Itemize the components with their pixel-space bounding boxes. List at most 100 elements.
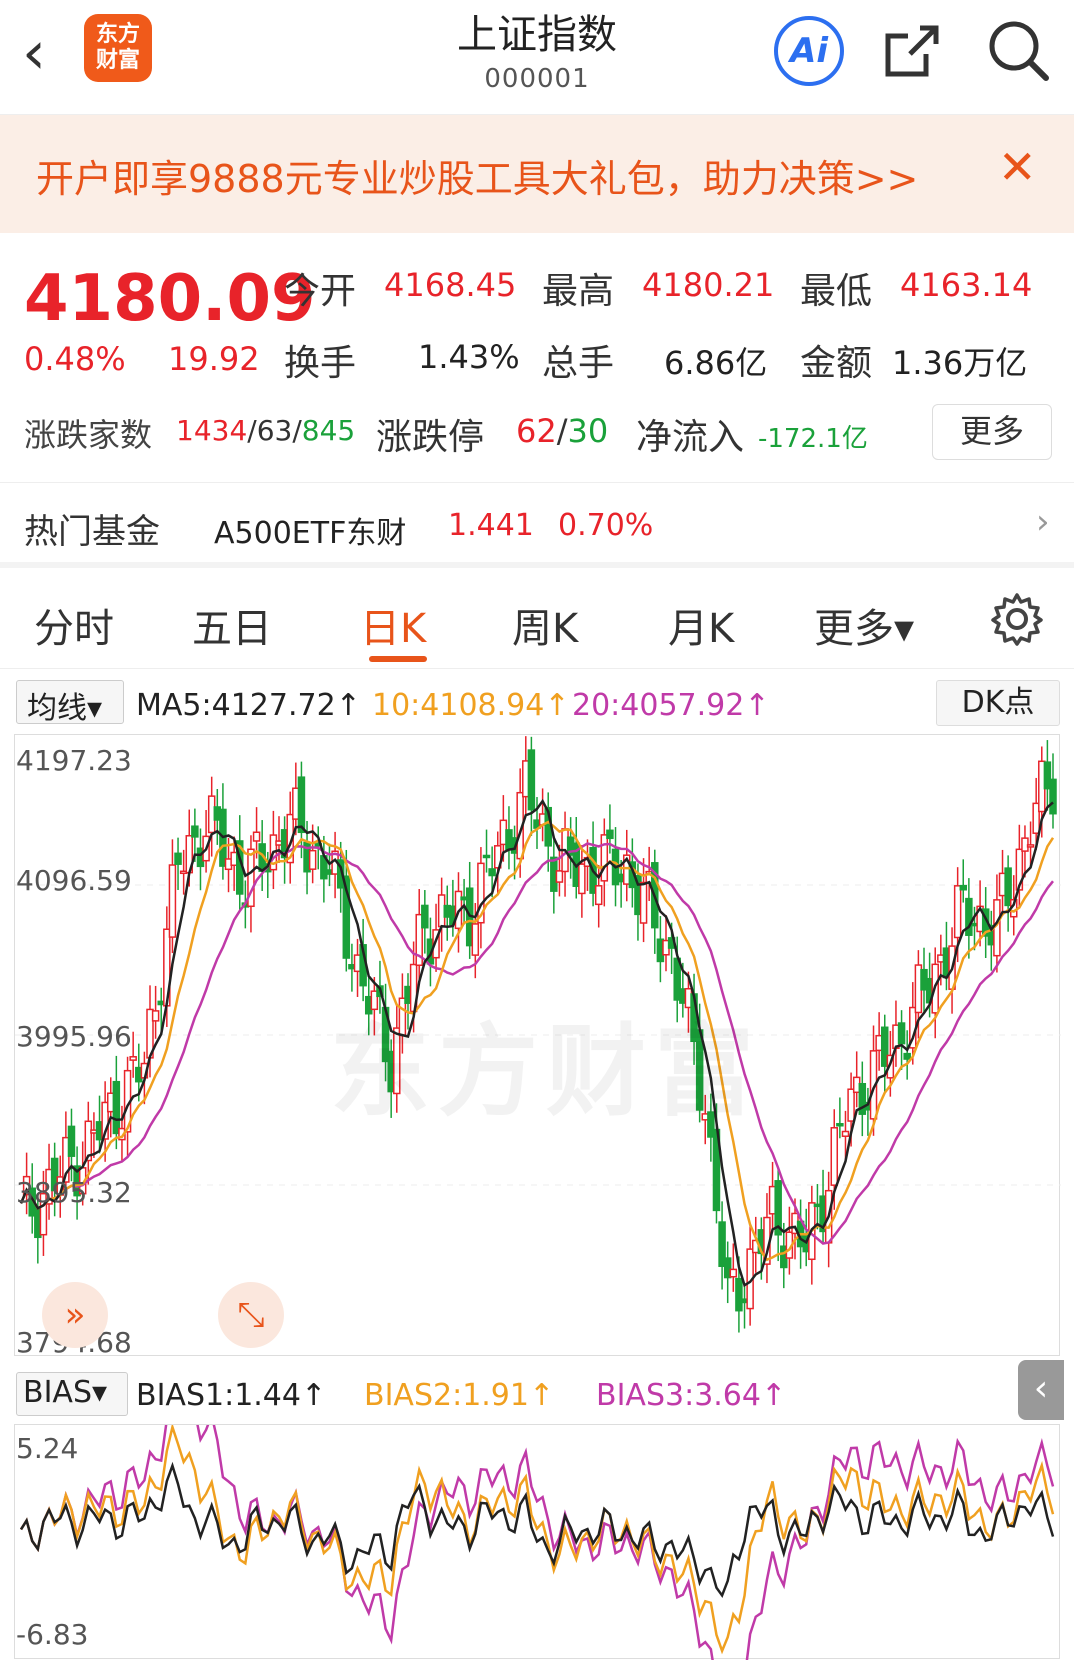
up-arrow-icon: ↑ [301,1378,327,1413]
candle-body [606,829,614,840]
divider [0,482,1074,483]
open-value: 4168.45 [384,266,517,304]
turnover-value: 1.43% [418,338,520,376]
chevron-right-icon[interactable]: › [1036,502,1050,542]
search-icon[interactable] [986,14,1050,86]
bias-chart[interactable] [14,1424,1060,1660]
scroll-latest-button[interactable]: » [42,1282,108,1348]
candle-body [421,904,429,929]
hot-fund-label: 热门基金 [24,512,160,552]
candle-body [112,1080,121,1135]
candle-body [903,1052,911,1060]
candle-body [1026,844,1035,848]
active-tab-indicator [369,656,427,662]
bias-selector[interactable]: BIAS▾ [16,1372,128,1416]
more-button[interactable]: 更多 [932,404,1052,460]
candle-body [729,1268,738,1278]
tab-weekly-k[interactable]: 周K [512,596,578,654]
ma10-text: 10:4108.94 [372,688,545,723]
candle-body [297,776,306,834]
change-value: 19.92 [168,340,260,378]
candle-body [67,1125,76,1157]
candle-body [836,1123,844,1127]
candle-body [308,849,317,870]
stock-code: 000001 [484,64,590,94]
candle-body [488,868,496,877]
candle-body [482,854,491,859]
tab-five-day[interactable]: 五日 [192,596,272,654]
net-flow-label: 净流入 [636,417,745,458]
last-price: 4180.09 [24,262,316,336]
bias1-text: BIAS1:1.44 [136,1378,301,1413]
change-percent: 0.48% [24,340,126,378]
ma20-text: 20:4057.92 [572,688,745,723]
bias2-text: BIAS2:1.91 [364,1378,529,1413]
up-arrow-icon: ↑ [744,688,770,723]
candle-body [555,870,564,883]
limit-label: 涨跌停 [376,417,485,458]
promo-text[interactable]: 开户即享9888元专业炒股工具大礼包，助力决策>> [36,148,918,203]
up-arrow-icon: ↑ [529,1378,555,1413]
bias3-value: BIAS3:3.64↑ [596,1378,786,1413]
app-logo: 东方 财富 [84,14,152,82]
up-arrow-icon: ↑ [335,688,361,723]
fund-name[interactable]: A500ETF东财 [214,508,406,552]
candle-body [841,1130,850,1137]
bias1-value: BIAS1:1.44↑ [136,1378,326,1413]
candle-body [953,885,962,939]
limit-up-count: 62 [516,412,557,450]
share-icon[interactable] [880,14,944,86]
separator: / [247,414,257,447]
up-arrow-icon: ↑ [544,688,570,723]
section-divider [0,562,1074,568]
separator: / [556,412,568,450]
candle-body [174,852,182,865]
bias3-text: BIAS3:3.64 [596,1378,761,1413]
candle-body [639,881,648,924]
volume-value: 6.86亿 [664,344,768,382]
page-title: 上证指数 [457,12,617,58]
dk-point-button[interactable]: DK点 [936,680,1060,726]
y-axis-label: 3895.32 [16,1176,132,1209]
tab-monthly-k[interactable]: 月K [668,596,734,654]
ma-selector[interactable]: 均线▾ [16,680,124,726]
tab-daily-k[interactable]: 日K [360,596,426,654]
y-axis-label: 4197.23 [16,744,132,777]
ma10-value: 10:4108.94↑ [372,688,569,723]
collapse-icon[interactable]: ‹ [1018,1360,1064,1420]
limit-down-count: 30 [567,412,609,450]
high-value: 4180.21 [642,266,775,304]
watermark: 东方财富 [330,1013,762,1130]
ma5-value: MA5:4127.72↑ [136,688,361,723]
separator: / [292,414,302,447]
gear-icon[interactable] [990,592,1044,646]
high-label: 最高 [542,271,615,312]
bias-svg [19,1425,1055,1660]
ai-assistant-button[interactable]: Ai [774,16,844,86]
bias-y-top: 5.24 [16,1432,79,1465]
open-label: 今开 [284,271,357,312]
candle-body [897,1022,906,1045]
net-flow-value: -172.1亿 [758,424,868,454]
bias2-value: BIAS2:1.91↑ [364,1378,554,1413]
candle-body [594,885,603,906]
candle-body [578,863,586,895]
up-count: 1434 [176,414,248,447]
ma-selector-label: 均线▾ [27,691,103,726]
candle-body [129,1056,137,1061]
amount-value: 1.36万亿 [892,344,1028,382]
low-label: 最低 [800,271,873,312]
volume-label: 总手 [542,343,615,384]
candle-body [600,834,609,882]
tab-intraday[interactable]: 分时 [34,596,114,654]
candle-body [191,825,199,838]
candle-body [252,831,261,842]
close-icon[interactable]: ✕ [998,140,1037,194]
turnover-label: 换手 [284,343,357,384]
fund-change: 0.70% [558,508,654,543]
down-count: 845 [301,414,356,447]
back-icon[interactable]: ‹ [22,18,82,88]
ma20-value: 20:4057.92↑ [572,688,769,723]
tab-more[interactable]: 更多▾ [814,596,914,654]
expand-icon[interactable]: ⤡ [218,1282,284,1348]
